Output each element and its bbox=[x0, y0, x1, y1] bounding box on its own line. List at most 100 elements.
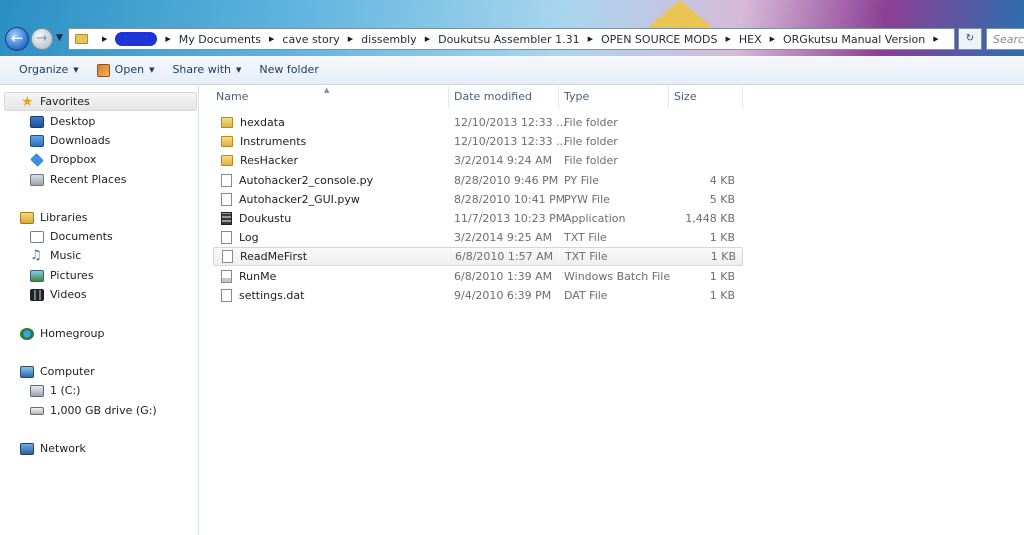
back-button[interactable]: ← bbox=[5, 27, 29, 51]
nav-downloads[interactable]: Downloads bbox=[30, 131, 110, 150]
nav-desktop[interactable]: Desktop bbox=[30, 112, 95, 131]
organize-button[interactable]: Organize ▼ bbox=[10, 59, 88, 81]
nav-computer[interactable]: Computer bbox=[20, 362, 95, 381]
nav-favorites[interactable]: ★ Favorites bbox=[4, 92, 197, 111]
breadcrumb-separator-icon[interactable]: ▶ bbox=[588, 35, 593, 43]
file-row[interactable]: hexdata 12/10/2013 12:33 ... File folder bbox=[213, 113, 743, 132]
file-name: ResHacker bbox=[240, 154, 298, 167]
file-row[interactable]: Autohacker2_GUI.pyw 8/28/2010 10:41 PM P… bbox=[213, 190, 743, 209]
file-type: File folder bbox=[564, 116, 618, 129]
file-size: 1 KB bbox=[709, 231, 735, 244]
nav-label: Videos bbox=[50, 288, 87, 301]
nav-dropbox[interactable]: Dropbox bbox=[30, 150, 96, 169]
breadcrumb-hex[interactable]: HEX bbox=[739, 33, 762, 46]
file-row[interactable]: Instruments 12/10/2013 12:33 ... File fo… bbox=[213, 132, 743, 151]
application-icon bbox=[221, 212, 232, 225]
nav-documents[interactable]: Documents bbox=[30, 227, 113, 246]
command-bar: Organize ▼ Open ▼ Share with ▼ New folder bbox=[0, 56, 1024, 85]
breadcrumb-cave-story[interactable]: cave story bbox=[282, 33, 339, 46]
column-header-type[interactable]: Type bbox=[559, 86, 669, 108]
dropbox-icon bbox=[30, 152, 44, 167]
column-header-size[interactable]: Size bbox=[669, 86, 743, 108]
file-name: ReadMeFirst bbox=[240, 250, 308, 263]
nav-drive-g[interactable]: 1,000 GB drive (G:) bbox=[30, 401, 157, 420]
breadcrumb-open-source-mods[interactable]: OPEN SOURCE MODS bbox=[601, 33, 717, 46]
open-button[interactable]: Open ▼ bbox=[88, 59, 164, 81]
forward-button[interactable]: → bbox=[31, 28, 53, 50]
file-type: DAT File bbox=[564, 289, 608, 302]
file-date: 8/28/2010 9:46 PM bbox=[454, 174, 559, 187]
share-with-label: Share with bbox=[172, 63, 232, 76]
share-with-button[interactable]: Share with ▼ bbox=[163, 59, 250, 81]
nav-libraries[interactable]: Libraries bbox=[20, 208, 88, 227]
breadcrumb-separator-icon[interactable]: ▶ bbox=[933, 35, 938, 43]
nav-label: Favorites bbox=[40, 95, 90, 108]
file-date: 9/4/2010 6:39 PM bbox=[454, 289, 552, 302]
breadcrumb-doukutsu-assembler[interactable]: Doukutsu Assembler 1.31 bbox=[438, 33, 579, 46]
nav-label: Computer bbox=[40, 365, 95, 378]
file-row[interactable]: Autohacker2_console.py 8/28/2010 9:46 PM… bbox=[213, 171, 743, 190]
nav-pictures[interactable]: Pictures bbox=[30, 266, 94, 285]
nav-videos[interactable]: Videos bbox=[30, 285, 87, 304]
file-type: TXT File bbox=[564, 231, 607, 244]
breadcrumb-dissembly[interactable]: dissembly bbox=[361, 33, 417, 46]
nav-label: Music bbox=[50, 249, 82, 262]
file-row[interactable]: RunMe 6/8/2010 1:39 AM Windows Batch Fil… bbox=[213, 267, 743, 286]
breadcrumb-separator-icon[interactable]: ▶ bbox=[725, 35, 730, 43]
nav-music[interactable]: ♫ Music bbox=[30, 246, 81, 265]
nav-recent-places[interactable]: Recent Places bbox=[30, 170, 127, 189]
file-list-pane: Name ▲ Date modified Type Size hexdata 1… bbox=[200, 86, 1024, 535]
nav-network[interactable]: Network bbox=[20, 439, 86, 458]
nav-drive-c[interactable]: 1 (C:) bbox=[30, 381, 80, 400]
downloads-icon bbox=[30, 134, 44, 147]
breadcrumb-separator-icon[interactable]: ▶ bbox=[102, 35, 107, 43]
breadcrumb-separator-icon[interactable]: ▶ bbox=[348, 35, 353, 43]
external-drive-icon bbox=[30, 406, 44, 415]
breadcrumb-separator-icon[interactable]: ▶ bbox=[770, 35, 775, 43]
column-header-date-modified[interactable]: Date modified bbox=[449, 86, 559, 108]
file-name: RunMe bbox=[239, 270, 277, 283]
new-folder-button[interactable]: New folder bbox=[250, 59, 327, 81]
address-bar[interactable]: ▶ ▶ My Documents ▶ cave story ▶ dissembl… bbox=[68, 28, 955, 50]
refresh-button[interactable]: ↻ bbox=[958, 28, 982, 50]
nav-label: 1,000 GB drive (G:) bbox=[50, 404, 157, 417]
file-type: PY File bbox=[564, 174, 600, 187]
file-name: Log bbox=[239, 231, 259, 244]
file-size: 4 KB bbox=[709, 174, 735, 187]
document-icon bbox=[221, 231, 232, 244]
refresh-icon: ↻ bbox=[965, 33, 975, 44]
nav-label: Documents bbox=[50, 230, 113, 243]
search-input[interactable]: Search bbox=[986, 28, 1024, 50]
breadcrumb-separator-icon[interactable]: ▶ bbox=[269, 35, 274, 43]
folder-icon bbox=[221, 136, 233, 147]
breadcrumb-my-documents[interactable]: My Documents bbox=[179, 33, 261, 46]
document-icon bbox=[221, 289, 232, 302]
recent-pages-dropdown[interactable]: ▼ bbox=[56, 33, 63, 43]
file-date: 6/8/2010 1:57 AM bbox=[455, 250, 554, 263]
file-name: Doukustu bbox=[239, 212, 292, 225]
file-type: Windows Batch File bbox=[564, 270, 671, 283]
file-size: 5 KB bbox=[709, 193, 735, 206]
music-icon: ♫ bbox=[30, 247, 42, 263]
breadcrumb-separator-icon[interactable]: ▶ bbox=[165, 35, 170, 43]
file-row[interactable]: ReadMeFirst 6/8/2010 1:57 AM TXT File 1 … bbox=[213, 247, 743, 266]
breadcrumb-orgkutsu-manual-version[interactable]: ORGkutsu Manual Version bbox=[783, 33, 925, 46]
file-row[interactable]: ResHacker 3/2/2014 9:24 AM File folder bbox=[213, 151, 743, 170]
file-size: 1 KB bbox=[709, 289, 735, 302]
redacted-username bbox=[115, 32, 158, 46]
file-row[interactable]: settings.dat 9/4/2010 6:39 PM DAT File 1… bbox=[213, 286, 743, 305]
computer-icon bbox=[20, 365, 34, 378]
folder-icon bbox=[221, 155, 233, 166]
file-name: Autohacker2_GUI.pyw bbox=[239, 193, 360, 206]
file-row[interactable]: Log 3/2/2014 9:25 AM TXT File 1 KB bbox=[213, 228, 743, 247]
file-name: Instruments bbox=[240, 135, 307, 148]
column-header-name[interactable]: Name bbox=[211, 86, 449, 108]
document-icon bbox=[221, 174, 232, 187]
nav-homegroup[interactable]: Homegroup bbox=[20, 324, 104, 343]
nav-label: Recent Places bbox=[50, 173, 127, 186]
breadcrumb-separator-icon[interactable]: ▶ bbox=[425, 35, 430, 43]
file-row[interactable]: Doukustu 11/7/2013 10:23 PM Application … bbox=[213, 209, 743, 228]
folder-icon bbox=[221, 117, 233, 128]
homegroup-icon bbox=[20, 327, 34, 340]
file-date: 3/2/2014 9:24 AM bbox=[454, 154, 553, 167]
